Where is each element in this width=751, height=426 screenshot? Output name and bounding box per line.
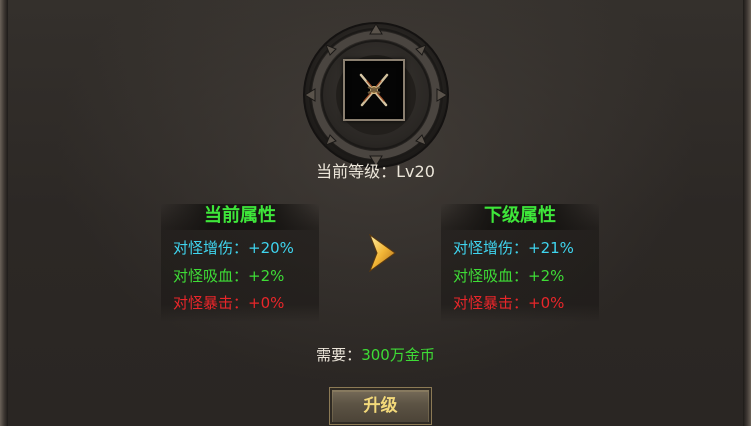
current-attr-damage: 对怪增伤：+20% <box>173 238 294 258</box>
current-attr-lifesteal-value: +2% <box>248 267 285 285</box>
chevron-right-icon <box>367 233 397 273</box>
current-attr-crit-value: +0% <box>248 294 285 312</box>
upgrade-panel: 当前等级：Lv20 当前属性 对怪增伤：+20% 对怪吸血：+2% 对怪暴击：+… <box>0 0 751 426</box>
current-attr-damage-value: +20% <box>248 239 294 257</box>
current-attr-lifesteal-label: 对怪吸血： <box>173 267 249 285</box>
next-attributes-title: 下级属性 <box>441 204 599 230</box>
upgrade-button[interactable]: 升级 <box>329 387 432 425</box>
current-attr-crit-label: 对怪暴击： <box>173 294 249 312</box>
current-attr-crit: 对怪暴击：+0% <box>173 293 284 313</box>
current-attributes-title: 当前属性 <box>161 204 319 230</box>
current-level-label: 当前等级： <box>316 162 397 181</box>
next-attr-crit: 对怪暴击：+0% <box>453 293 564 313</box>
current-attr-lifesteal: 对怪吸血：+2% <box>173 266 284 286</box>
next-attr-damage: 对怪增伤：+21% <box>453 238 574 258</box>
next-attr-crit-label: 对怪暴击： <box>453 294 529 312</box>
next-attr-crit-value: +0% <box>528 294 565 312</box>
current-attr-damage-label: 对怪增伤： <box>173 239 249 257</box>
next-attr-damage-label: 对怪增伤： <box>453 239 529 257</box>
requirement-cost: 300万金币 <box>361 346 435 364</box>
crossed-swords-icon <box>359 73 389 107</box>
next-attributes-panel: 下级属性 对怪增伤：+21% 对怪吸血：+2% 对怪暴击：+0% <box>441 204 599 322</box>
requirement-label: 需要： <box>316 346 362 364</box>
current-level-value: Lv20 <box>396 162 435 181</box>
upgrade-requirement: 需要：300万金币 <box>0 344 751 365</box>
current-attributes-panel: 当前属性 对怪增伤：+20% 对怪吸血：+2% 对怪暴击：+0% <box>161 204 319 322</box>
next-attr-lifesteal-label: 对怪吸血： <box>453 267 529 285</box>
item-slot[interactable] <box>343 59 405 121</box>
next-attr-damage-value: +21% <box>528 239 574 257</box>
current-level: 当前等级：Lv20 <box>0 158 751 182</box>
next-attr-lifesteal: 对怪吸血：+2% <box>453 266 564 286</box>
next-attr-lifesteal-value: +2% <box>528 267 565 285</box>
